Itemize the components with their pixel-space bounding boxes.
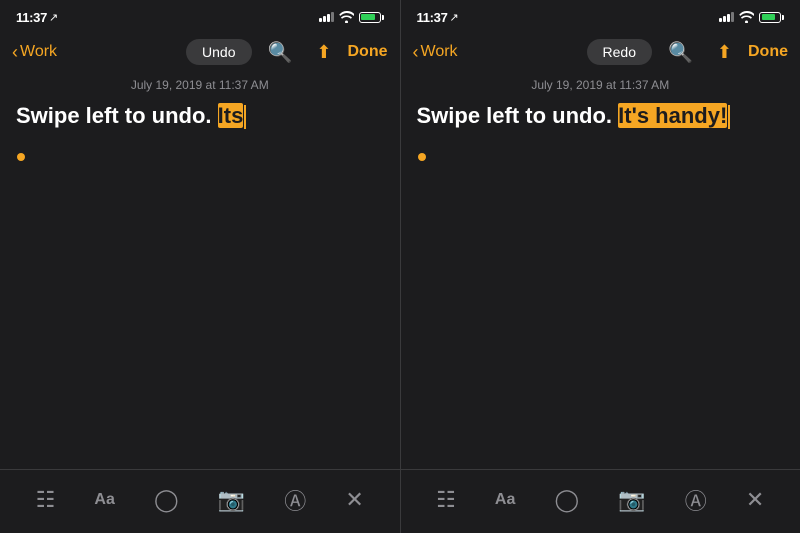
status-icons-right xyxy=(719,11,784,23)
battery-left xyxy=(359,12,384,23)
bottom-toolbar-left: ☷ Aa ◯ 📷 Ⓐ ✕ xyxy=(0,469,400,529)
close-icon-right[interactable]: ✕ xyxy=(746,487,764,513)
checklist-icon-right[interactable]: ◯ xyxy=(555,487,580,513)
camera-icon-right[interactable]: 📷 xyxy=(618,487,645,513)
note-highlighted-right: It's handy! xyxy=(618,103,727,128)
note-content-left: July 19, 2019 at 11:37 AM Swipe left to … xyxy=(0,74,400,469)
cursor-dot-right xyxy=(418,153,426,161)
battery-right xyxy=(759,12,784,23)
toolbar-right: ‹ Work Redo 🔍 ⬆ Done xyxy=(401,30,800,74)
left-screen: 11:37 ↗ ‹ Work Undo 🔍 ⬆ Done xyxy=(0,0,400,533)
note-text-left: Swipe left to undo. Its xyxy=(16,102,384,159)
search-icon-right[interactable]: 🔍 xyxy=(660,38,701,67)
text-cursor-right xyxy=(728,105,730,129)
bottom-toolbar-right: ☷ Aa ◯ 📷 Ⓐ ✕ xyxy=(401,469,800,529)
right-screen: 11:37 ↗ ‹ Work Redo 🔍 ⬆ Done xyxy=(401,0,800,533)
cursor-dot-left xyxy=(17,153,25,161)
wifi-icon-left xyxy=(339,11,354,23)
back-button-right[interactable]: ‹ Work xyxy=(413,43,458,61)
pen-icon-left[interactable]: Ⓐ xyxy=(284,484,306,516)
note-highlighted-left: Its xyxy=(218,103,244,128)
note-date-right: July 19, 2019 at 11:37 AM xyxy=(417,78,785,92)
status-bar-left: 11:37 ↗ xyxy=(0,0,400,30)
text-cursor-left xyxy=(244,105,246,129)
text-format-icon-right[interactable]: Aa xyxy=(495,491,515,509)
close-icon-left[interactable]: ✕ xyxy=(345,487,363,513)
status-time-right: 11:37 xyxy=(417,10,448,25)
back-button-left[interactable]: ‹ Work xyxy=(12,43,57,61)
signal-bars-left xyxy=(319,12,334,22)
back-label-left: Work xyxy=(20,43,57,61)
undo-button[interactable]: Undo xyxy=(186,39,251,65)
status-bar-right: 11:37 ↗ xyxy=(401,0,800,30)
note-text-static-left: Swipe left to undo. xyxy=(16,103,218,128)
note-content-right: July 19, 2019 at 11:37 AM Swipe left to … xyxy=(401,74,800,469)
toolbar-left: ‹ Work Undo 🔍 ⬆ Done xyxy=(0,30,400,74)
location-icon-left: ↗ xyxy=(49,11,58,24)
table-icon-right[interactable]: ☷ xyxy=(436,487,456,513)
note-date-left: July 19, 2019 at 11:37 AM xyxy=(16,78,384,92)
pen-icon-right[interactable]: Ⓐ xyxy=(685,484,707,516)
share-icon-left[interactable]: ⬆ xyxy=(308,40,339,65)
status-icons-left xyxy=(319,11,384,23)
checklist-icon-left[interactable]: ◯ xyxy=(154,487,179,513)
note-text-static-right: Swipe left to undo. xyxy=(417,103,619,128)
redo-button[interactable]: Redo xyxy=(587,39,652,65)
search-icon-left[interactable]: 🔍 xyxy=(260,38,301,67)
location-icon-right: ↗ xyxy=(450,11,459,24)
note-text-right: Swipe left to undo. It's handy! xyxy=(417,102,785,159)
camera-icon-left[interactable]: 📷 xyxy=(218,487,245,513)
table-icon-left[interactable]: ☷ xyxy=(36,487,56,513)
chevron-left-icon: ‹ xyxy=(12,43,18,61)
text-format-icon-left[interactable]: Aa xyxy=(94,491,114,509)
status-time-left: 11:37 xyxy=(16,10,47,25)
wifi-icon-right xyxy=(739,11,754,23)
done-button-left[interactable]: Done xyxy=(348,43,388,61)
back-label-right: Work xyxy=(421,43,458,61)
chevron-left-icon-right: ‹ xyxy=(413,43,419,61)
signal-bars-right xyxy=(719,12,734,22)
share-icon-right[interactable]: ⬆ xyxy=(709,40,740,65)
done-button-right[interactable]: Done xyxy=(748,43,788,61)
